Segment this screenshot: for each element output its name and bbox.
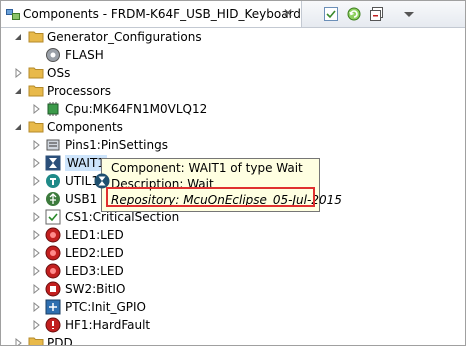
collapsed-arrow-icon[interactable] bbox=[31, 266, 41, 276]
collapsed-arrow-icon[interactable] bbox=[31, 302, 41, 312]
led-icon bbox=[45, 263, 61, 279]
tree-node-cpu[interactable]: Cpu:MK64FN1M0VLQ12 bbox=[1, 100, 461, 118]
collapsed-arrow-icon[interactable] bbox=[31, 212, 41, 222]
folder-icon bbox=[28, 31, 44, 43]
tooltip-component-line: Component: WAIT1 of type Wait bbox=[111, 161, 303, 175]
tree-node-label: LED3:LED bbox=[65, 264, 124, 278]
usb-icon bbox=[46, 192, 60, 206]
tree-node-label: Generator_Configurations bbox=[47, 30, 202, 44]
components-tab[interactable]: Components - FRDM-K64F_USB_HID_Keyboard … bbox=[1, 1, 302, 27]
collapsed-arrow-icon[interactable] bbox=[13, 338, 23, 346]
tree-node-flash[interactable]: FLASH bbox=[1, 46, 461, 64]
tree-node-pdd[interactable]: PDD bbox=[1, 334, 461, 346]
hardfault-icon bbox=[45, 317, 61, 333]
tree-node-label: Components bbox=[47, 120, 123, 134]
tree-node-generator-configurations[interactable]: Generator_Configurations bbox=[1, 28, 461, 46]
tree-node-label: PDD bbox=[47, 336, 73, 346]
tree-node-label: Pins1:PinSettings bbox=[65, 138, 168, 152]
folder-icon bbox=[28, 337, 44, 345]
hourglass-icon bbox=[45, 155, 61, 171]
tree-node-label: Cpu:MK64FN1M0VLQ12 bbox=[65, 102, 208, 116]
utility-icon bbox=[46, 174, 60, 188]
tree-node-label: SW2:BitIO bbox=[65, 282, 126, 296]
tree-node-label: Processors bbox=[47, 84, 112, 98]
close-icon[interactable]: ✕ bbox=[283, 6, 293, 20]
tree-node-label: FLASH bbox=[65, 48, 104, 62]
collapsed-arrow-icon[interactable] bbox=[31, 140, 41, 150]
tree-node-ptc[interactable]: PTC:Init_GPIO bbox=[1, 298, 461, 316]
folder-icon bbox=[28, 121, 44, 133]
components-view-icon bbox=[6, 9, 20, 20]
tree-node-label: PTC:Init_GPIO bbox=[65, 300, 146, 314]
tree-node-led1[interactable]: LED1:LED bbox=[1, 226, 461, 244]
tree-node-led3[interactable]: LED3:LED bbox=[1, 262, 461, 280]
filter-icon[interactable] bbox=[323, 6, 339, 22]
collapsed-arrow-icon[interactable] bbox=[31, 104, 41, 114]
led-icon bbox=[45, 227, 61, 243]
tree-node-processors[interactable]: Processors bbox=[1, 82, 461, 100]
collapsed-arrow-icon[interactable] bbox=[31, 284, 41, 294]
folder-icon bbox=[28, 67, 44, 79]
collapsed-arrow-icon[interactable] bbox=[31, 248, 41, 258]
critical-section-icon bbox=[45, 209, 61, 225]
tree-node-sw2[interactable]: SW2:BitIO bbox=[1, 280, 461, 298]
components-view: Components - FRDM-K64F_USB_HID_Keyboard … bbox=[0, 0, 466, 346]
gear-icon bbox=[46, 48, 60, 62]
expanded-arrow-icon[interactable] bbox=[13, 122, 23, 132]
view-menu-icon[interactable] bbox=[401, 6, 417, 22]
view-title: Components - FRDM-K64F_USB_HID_Keyboard bbox=[23, 7, 301, 21]
collapsed-arrow-icon[interactable] bbox=[31, 320, 41, 330]
pin-settings-icon bbox=[46, 139, 60, 151]
bitio-icon bbox=[45, 281, 61, 297]
folder-icon bbox=[28, 85, 44, 97]
tree-node-pins1[interactable]: Pins1:PinSettings bbox=[1, 136, 461, 154]
repository-highlight-box bbox=[106, 187, 315, 207]
tree-node-label: USB1 bbox=[65, 192, 98, 206]
tree-node-label: LED1:LED bbox=[65, 228, 124, 242]
tree-node-components[interactable]: Components bbox=[1, 118, 461, 136]
collapse-all-icon[interactable] bbox=[369, 6, 385, 22]
expanded-arrow-icon[interactable] bbox=[13, 86, 23, 96]
tree-node-hf1[interactable]: HF1:HardFault bbox=[1, 316, 461, 334]
tree-node-oss[interactable]: OSs bbox=[1, 64, 461, 82]
expanded-arrow-icon[interactable] bbox=[13, 32, 23, 42]
view-tab-bar: Components - FRDM-K64F_USB_HID_Keyboard … bbox=[1, 1, 465, 28]
gpio-icon bbox=[45, 299, 61, 315]
tree-node-label: OSs bbox=[47, 66, 71, 80]
tree-node-label: HF1:HardFault bbox=[65, 318, 151, 332]
collapsed-arrow-icon[interactable] bbox=[31, 158, 41, 168]
collapsed-arrow-icon[interactable] bbox=[31, 194, 41, 204]
collapsed-arrow-icon[interactable] bbox=[31, 176, 41, 186]
collapsed-arrow-icon[interactable] bbox=[13, 68, 23, 78]
collapsed-arrow-icon[interactable] bbox=[31, 230, 41, 240]
tree-node-led2[interactable]: LED2:LED bbox=[1, 244, 461, 262]
refresh-icon[interactable] bbox=[346, 6, 362, 22]
led-icon bbox=[45, 245, 61, 261]
tree-node-label: LED2:LED bbox=[65, 246, 124, 260]
cpu-chip-icon bbox=[47, 102, 59, 116]
